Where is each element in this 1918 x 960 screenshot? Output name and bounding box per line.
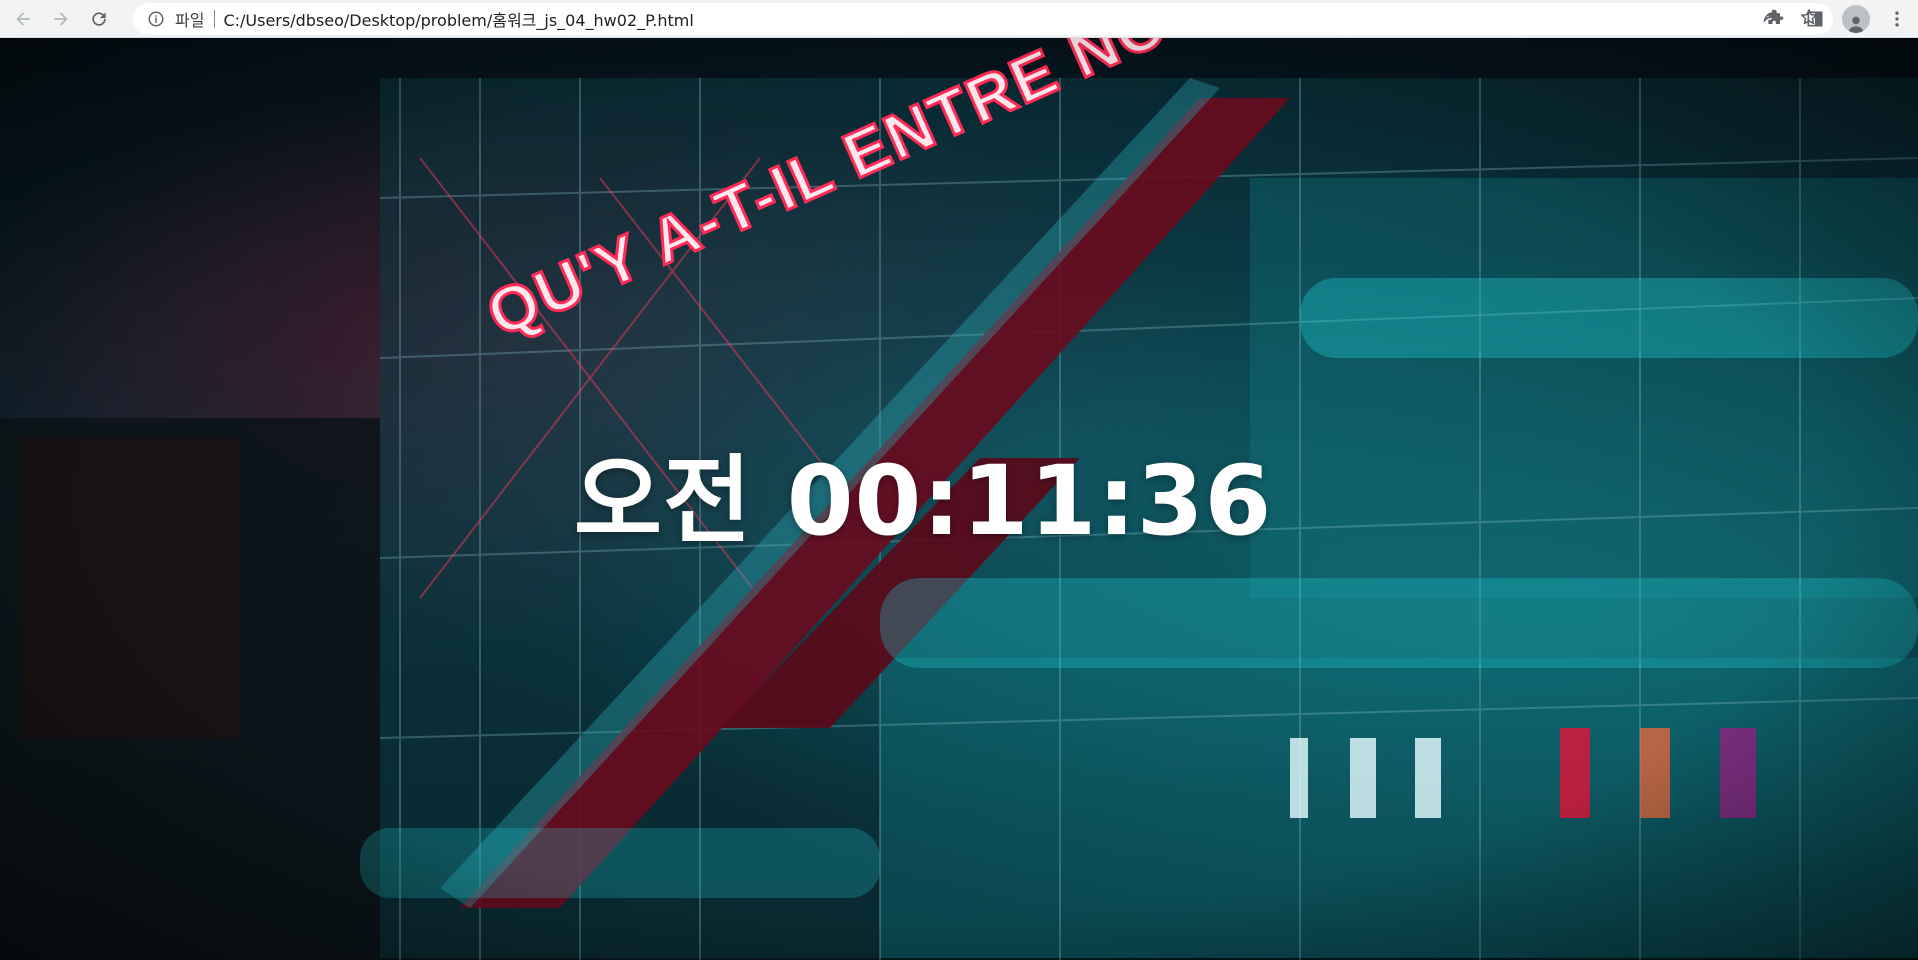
back-button[interactable]: [8, 4, 38, 34]
url-separator: [214, 10, 216, 28]
side-panel-icon[interactable]: [1802, 6, 1828, 32]
address-bar[interactable]: 파일 C:/Users/dbseo/Desktop/problem/홈워크_js…: [133, 3, 1833, 35]
url-text[interactable]: C:/Users/dbseo/Desktop/problem/홈워크_js_04…: [223, 7, 693, 31]
puzzle-icon[interactable]: [1762, 6, 1788, 32]
scheme-label: 파일: [175, 11, 205, 30]
page-viewport: QU'Y A-T-IL ENTRE NOUS? 오전 00:11:36: [0, 38, 1918, 960]
reload-button[interactable]: [84, 4, 114, 34]
arrow-right-icon: [54, 11, 68, 26]
info-icon[interactable]: [147, 10, 165, 28]
forward-button[interactable]: [46, 4, 76, 34]
browser-toolbar: 파일 C:/Users/dbseo/Desktop/problem/홈워크_js…: [0, 0, 1918, 38]
reload-icon: [92, 11, 106, 26]
profile-avatar-icon[interactable]: [1842, 5, 1870, 33]
kebab-menu-icon[interactable]: [1884, 6, 1910, 32]
arrow-left-icon: [16, 11, 30, 26]
toolbar-right-actions: [1762, 4, 1910, 34]
clock-display: 오전 00:11:36: [573, 445, 1273, 557]
